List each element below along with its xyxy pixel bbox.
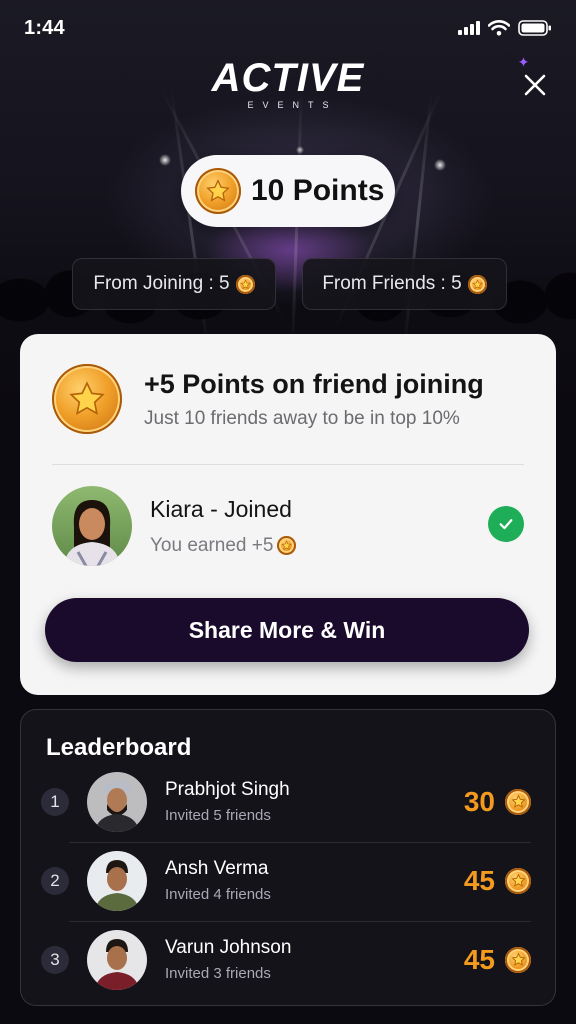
row-subtitle: Invited 5 friends (165, 807, 271, 824)
logo-text: ACTIVE (211, 56, 365, 100)
signal-icon (458, 21, 480, 35)
status-time: 1:44 (24, 16, 65, 39)
row-score-value: 45 (463, 943, 495, 975)
avatar (52, 486, 132, 566)
status-bar: 1:44 (24, 14, 552, 42)
battery-icon (518, 20, 551, 36)
coin-icon (277, 536, 297, 555)
row-score-value: 30 (463, 785, 495, 817)
close-icon (524, 74, 546, 96)
reward-title: +5 Points on friend joining (144, 368, 484, 399)
reward-card-header: +5 Points on friend joining Just 10 frie… (52, 364, 484, 434)
total-points: 10 Points (251, 174, 385, 207)
share-more-button[interactable]: Share More & Win (45, 598, 529, 662)
row-name: Varun Johnson (165, 937, 292, 958)
logo-subtext: EVENTS (247, 100, 338, 110)
joining-points-label: From Joining : 5 (93, 273, 230, 294)
row-name: Ansh Verma (165, 858, 269, 879)
wifi-icon (488, 20, 510, 36)
row-name: Prabhjot Singh (165, 779, 290, 800)
coin-icon (505, 788, 531, 815)
check-icon (488, 506, 524, 542)
coin-icon (505, 867, 531, 894)
row-subtitle: Invited 3 friends (165, 965, 271, 982)
coin-icon (505, 946, 531, 973)
app-logo: ACTIVE ✦ EVENTS (0, 54, 576, 110)
reward-card: +5 Points on friend joining Just 10 frie… (20, 334, 556, 695)
rank-badge: 1 (41, 787, 69, 816)
row-score: 45 (464, 944, 531, 976)
friend-earned: You earned +5 (150, 534, 297, 557)
avatar (87, 929, 147, 990)
leaderboard-row[interactable]: 3 Varun Johnson Invited 3 friends 45 (41, 920, 531, 999)
joined-friend-item: Kiara - Joined You earned +5 (52, 486, 524, 566)
friends-points-pill: From Friends : 5 (302, 258, 507, 310)
coin-icon (195, 168, 241, 214)
total-points-pill: 10 Points (181, 155, 395, 227)
avatar (87, 850, 147, 911)
friends-points-label: From Friends : 5 (322, 273, 462, 294)
joining-points-pill: From Joining : 5 (72, 258, 276, 310)
coin-icon (52, 364, 122, 434)
close-button[interactable] (518, 68, 552, 102)
status-icons (458, 20, 552, 36)
coin-icon (467, 274, 487, 294)
leaderboard: Leaderboard 1 Prabhjot Singh Invited 5 f… (20, 709, 556, 1006)
leaderboard-title: Leaderboard (46, 734, 192, 761)
friend-earned-label: You earned +5 (150, 534, 274, 556)
row-score: 45 (464, 865, 531, 897)
reward-subtitle: Just 10 friends away to be in top 10% (144, 407, 460, 429)
divider (52, 464, 524, 465)
rank-badge: 2 (41, 866, 69, 895)
friend-name: Kiara - Joined (150, 495, 292, 522)
leaderboard-row[interactable]: 1 Prabhjot Singh Invited 5 friends 30 (41, 762, 531, 841)
row-score-value: 45 (463, 864, 495, 896)
row-score: 30 (464, 786, 531, 818)
coin-icon (235, 274, 255, 294)
leaderboard-row[interactable]: 2 Ansh Verma Invited 4 friends 45 (41, 841, 531, 920)
avatar (87, 771, 147, 832)
rank-badge: 3 (41, 945, 69, 974)
row-subtitle: Invited 4 friends (165, 886, 271, 903)
